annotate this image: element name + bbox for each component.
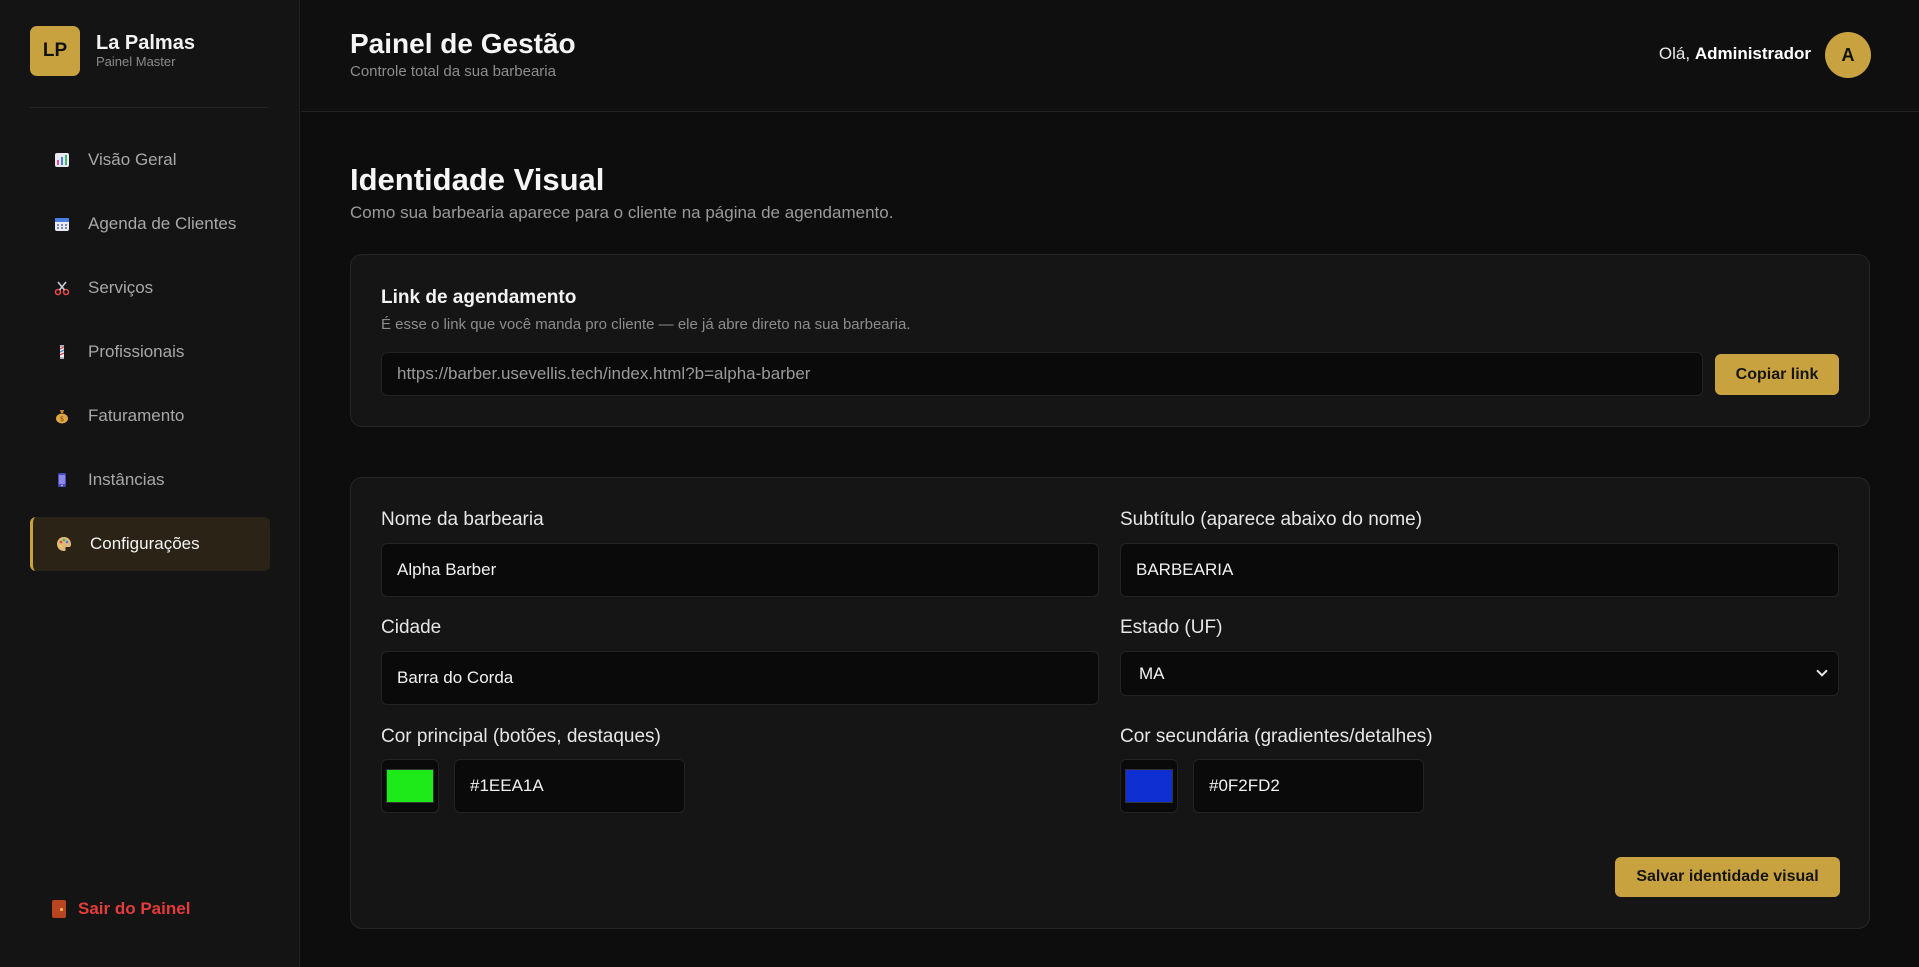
user-name: Administrador (1694, 44, 1811, 63)
greeting-prefix: Olá, (1658, 44, 1691, 63)
sidebar-item-label: Serviços (88, 278, 154, 297)
sidebar-item-profissionais[interactable]: Profissionais (30, 325, 270, 379)
primary-color-label: Cor principal (botões, destaques) (381, 726, 661, 747)
save-identity-button[interactable]: Salvar identidade visual (1615, 857, 1840, 897)
sidebar-item-configuracoes[interactable]: Configurações (30, 517, 270, 571)
sidebar-item-instancias[interactable]: Instâncias (30, 453, 270, 507)
brand-subtitle: Painel Master (96, 54, 176, 69)
topbar: Painel de Gestão Controle total da sua b… (301, 0, 1919, 112)
sidebar-item-label: Instâncias (88, 470, 165, 489)
sidebar-item-label: Faturamento (88, 406, 185, 425)
sidebar-item-agenda[interactable]: Agenda de Clientes (30, 197, 270, 251)
chart-icon (52, 150, 72, 170)
phone-icon (52, 470, 72, 490)
money-bag-icon: $ (52, 406, 72, 426)
sidebar-item-label: Visão Geral (88, 150, 177, 169)
primary-color-picker[interactable] (381, 759, 439, 813)
primary-color-swatch (386, 769, 434, 803)
user-greeting: Olá, Administrador (1659, 44, 1811, 64)
logout-button[interactable]: Sair do Painel (52, 899, 190, 919)
city-field[interactable]: Barra do Corda (381, 651, 1099, 705)
page-title: Painel de Gestão (350, 28, 576, 59)
state-selected-value: MA (1139, 664, 1165, 683)
booking-link-card: Link de agendamento É esse o link que vo… (350, 254, 1870, 427)
sidebar-divider (30, 107, 268, 108)
brand-name: La Palmas (96, 32, 195, 54)
sidebar-item-servicos[interactable]: Serviços (30, 261, 270, 315)
secondary-color-field[interactable]: #0F2FD2 (1193, 759, 1424, 813)
visual-identity-form: Nome da barbearia Alpha Barber Subtítulo… (350, 477, 1870, 929)
page-subtitle: Controle total da sua barbearia (350, 63, 556, 80)
state-label: Estado (UF) (1120, 617, 1223, 638)
door-icon (52, 900, 66, 918)
subtitle-label: Subtítulo (aparece abaixo do nome) (1120, 509, 1423, 530)
barbershop-name-field[interactable]: Alpha Barber (381, 543, 1099, 597)
calendar-icon (52, 214, 72, 234)
booking-link-description: É esse o link que você manda pro cliente… (381, 316, 911, 333)
copy-link-button[interactable]: Copiar link (1715, 354, 1839, 395)
secondary-color-label: Cor secundária (gradientes/detalhes) (1120, 726, 1433, 747)
secondary-color-swatch (1125, 769, 1173, 803)
logout-label: Sair do Painel (78, 899, 191, 918)
brand-text: La Palmas Painel Master (96, 32, 195, 70)
booking-link-field[interactable]: https://barber.usevellis.tech/index.html… (381, 352, 1703, 396)
sidebar: LP La Palmas Painel Master Visão Geral A… (0, 0, 300, 967)
subtitle-field[interactable]: BARBEARIA (1120, 543, 1839, 597)
sidebar-item-faturamento[interactable]: $ Faturamento (30, 389, 270, 443)
avatar[interactable]: A (1825, 32, 1871, 78)
sidebar-nav: Visão Geral Agenda de Clientes Serviços … (30, 133, 270, 581)
secondary-color-picker[interactable] (1120, 759, 1178, 813)
brand: LP La Palmas Painel Master (30, 26, 195, 76)
scissors-icon (52, 278, 72, 298)
state-select[interactable]: MA (1120, 651, 1839, 696)
primary-color-field[interactable]: #1EEA1A (454, 759, 685, 813)
palette-icon (54, 534, 74, 554)
booking-link-title: Link de agendamento (381, 287, 577, 308)
city-label: Cidade (381, 617, 442, 638)
svg-text:$: $ (60, 415, 64, 423)
section-subtitle: Como sua barbearia aparece para o client… (350, 203, 894, 222)
sidebar-item-visao-geral[interactable]: Visão Geral (30, 133, 270, 187)
chevron-down-icon (1816, 665, 1828, 677)
barber-pole-icon (52, 342, 72, 362)
section-title: Identidade Visual (350, 162, 605, 197)
sidebar-item-label: Profissionais (88, 342, 185, 361)
brand-logo: LP (30, 26, 80, 76)
sidebar-item-label: Agenda de Clientes (88, 214, 237, 233)
sidebar-item-label: Configurações (90, 534, 200, 553)
name-label: Nome da barbearia (381, 509, 544, 530)
